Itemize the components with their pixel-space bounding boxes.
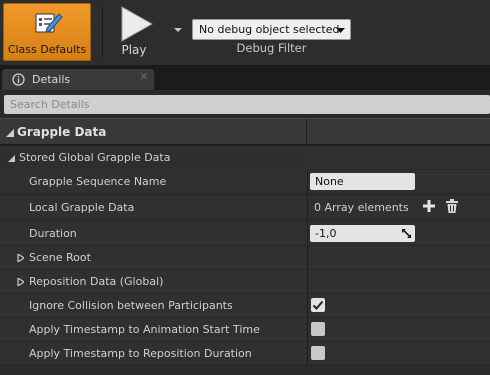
play-label: Play [121,43,147,57]
property-label: Grapple Sequence Name [29,175,167,188]
name-cell: Duration [0,222,306,246]
search-bar [0,90,490,118]
info-icon [12,73,25,86]
property-row-ignore-collision: Ignore Collision between Participants [0,294,490,318]
close-icon[interactable]: ✕ [140,72,148,83]
expanded-arrow-icon [8,155,15,162]
value-cell: -1,0 [307,222,490,246]
property-row-timestamp-animation: Apply Timestamp to Animation Start Time [0,318,490,342]
class-defaults-icon [35,13,63,33]
value-cell [307,342,490,366]
array-count: 0 Array elements [314,201,409,214]
value-cell: 0 Array elements [307,196,490,220]
property-label: Duration [29,227,77,240]
debug-object-dropdown[interactable]: No debug object selected [192,19,351,40]
property-row-timestamp-reposition: Apply Timestamp to Reposition Duration [0,342,490,366]
toolbar-divider [102,6,103,58]
property-label: Scene Root [29,251,91,264]
checkmark-icon [312,300,324,310]
tab-details[interactable]: Details ✕ [2,69,154,90]
group-stored-global-grapple-data[interactable]: Stored Global Grapple Data [0,146,490,170]
value-cell: None [307,170,490,194]
value-cell [307,246,490,270]
class-defaults-button[interactable]: Class Defaults [3,3,91,61]
property-row-reposition-data[interactable]: Reposition Data (Global) [0,270,490,294]
value-cell [307,294,490,318]
properties-list: Stored Global Grapple Data Grapple Seque… [0,146,490,375]
value-cell [307,270,490,294]
property-label: Ignore Collision between Participants [29,299,233,312]
play-button[interactable]: Play [110,3,166,61]
timestamp-animation-checkbox[interactable] [311,322,325,336]
expand-arrow-icon[interactable] [17,278,24,286]
name-cell: Grapple Sequence Name [0,170,306,194]
name-cell: Reposition Data (Global) [0,270,306,294]
name-cell: Apply Timestamp to Animation Start Time [0,318,306,342]
property-row-grapple-sequence-name: Grapple Sequence Name None [0,170,490,194]
name-cell: Ignore Collision between Participants [0,294,306,318]
play-options-chevron-icon[interactable] [173,26,183,34]
debug-object-value: No debug object selected [199,23,340,36]
name-cell: Local Grapple Data [0,196,306,220]
category-grapple-data[interactable]: Grapple Data [0,118,490,145]
duration-value: -1,0 [315,227,337,240]
ignore-collision-checkbox[interactable] [311,298,325,312]
collapse-arrow-icon [6,129,14,137]
property-row-local-grapple-data: Local Grapple Data 0 Array elements [0,196,490,220]
name-cell: Apply Timestamp to Reposition Duration [0,342,306,366]
duration-field[interactable]: -1,0 [310,225,415,242]
property-label: Apply Timestamp to Reposition Duration [29,347,252,360]
property-row-scene-root[interactable]: Scene Root [0,246,490,270]
drag-handle-icon[interactable] [402,229,411,238]
trash-icon[interactable] [446,199,458,213]
expand-arrow-icon[interactable] [17,254,24,262]
column-divider[interactable] [306,119,307,145]
class-defaults-label: Class Defaults [7,43,87,56]
property-label: Reposition Data (Global) [29,275,164,288]
value-cell [307,318,490,342]
property-label: Apply Timestamp to Animation Start Time [29,323,260,336]
property-label: Local Grapple Data [29,201,135,214]
tab-bar: Details ✕ [0,66,490,90]
search-input[interactable] [4,95,490,114]
grapple-sequence-name-field[interactable]: None [310,173,415,190]
tab-label: Details [32,73,71,86]
add-icon[interactable] [422,199,436,213]
play-icon [121,6,154,42]
debug-filter-label: Debug Filter [236,41,307,55]
toolbar: Class Defaults Play No debug object sele… [0,0,490,66]
chevron-down-icon [336,28,345,33]
property-row-duration: Duration -1,0 [0,222,490,246]
timestamp-reposition-checkbox[interactable] [311,346,325,360]
category-label: Grapple Data [17,125,107,139]
property-label: Stored Global Grapple Data [19,151,171,164]
name-cell: Stored Global Grapple Data [0,146,306,170]
name-cell: Scene Root [0,246,306,270]
